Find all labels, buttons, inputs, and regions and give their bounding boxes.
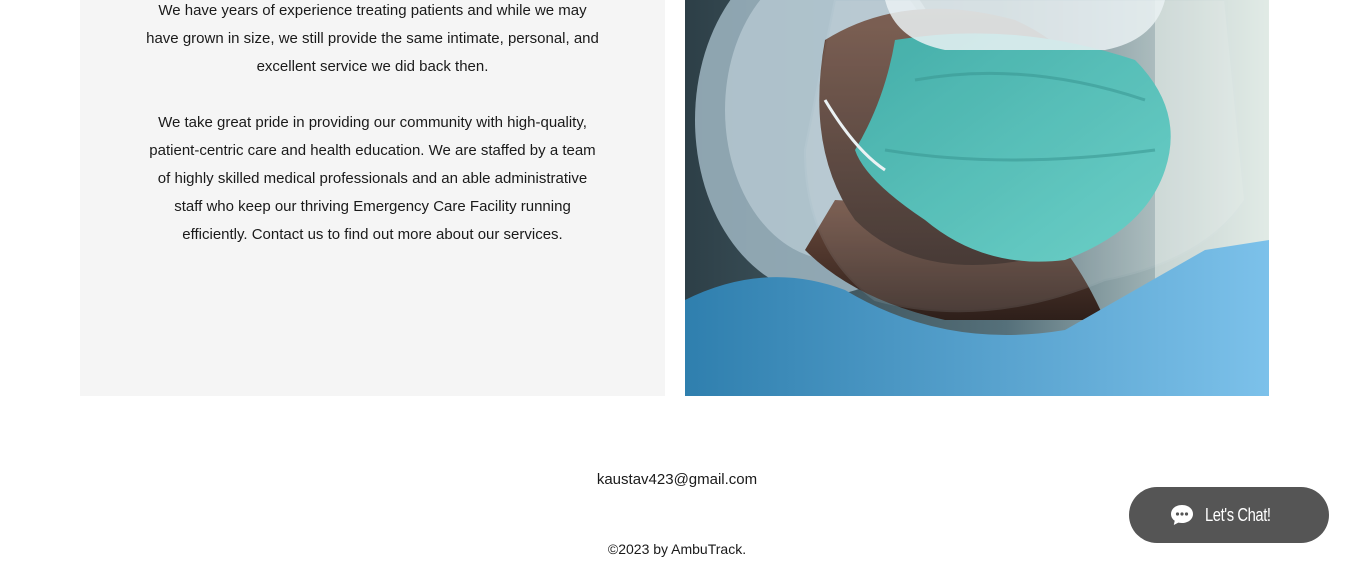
about-paragraph-1-line: excellent service we did back then.: [256, 58, 489, 75]
chat-bubble-icon: [1171, 505, 1193, 525]
healthcare-worker-photo: [685, 0, 1269, 396]
about-paragraph-2-line: efficiently. Contact us to find out more…: [182, 226, 563, 243]
footer-copyright: ©2023 by AmbuTrack.: [607, 541, 747, 557]
about-paragraph-2-line: We take great pride in providing our com…: [158, 114, 587, 131]
about-paragraph-2-line: patient-centric care and health educatio…: [149, 142, 596, 159]
about-paragraph-1-line: We have years of experience treating pat…: [158, 2, 587, 19]
about-paragraph-2-line: of highly skilled medical professionals …: [157, 170, 588, 187]
about-paragraph-1: We have years of experience treating pat…: [80, 0, 665, 81]
about-paragraph-1-line: have grown in size, we still provide the…: [146, 30, 599, 47]
footer-email-link[interactable]: kaustav423@gmail.com: [0, 471, 1346, 488]
about-text-panel: We have years of experience treating pat…: [80, 0, 665, 396]
lets-chat-button[interactable]: Let's Chat!: [1129, 487, 1329, 543]
healthcare-worker-illustration: [685, 0, 1269, 396]
about-paragraph-2: We take great pride in providing our com…: [80, 109, 665, 249]
lets-chat-label: Let's Chat!: [1205, 504, 1271, 525]
about-paragraph-2-line: staff who keep our thriving Emergency Ca…: [174, 198, 571, 215]
